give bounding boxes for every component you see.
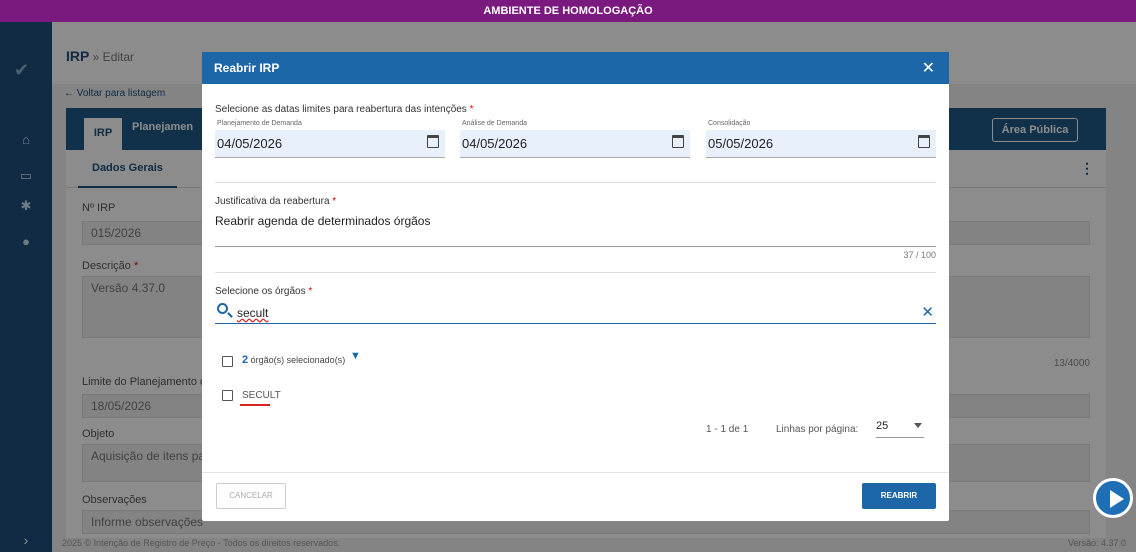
- selected-orgs-summary: 2 órgão(s) selecionado(s): [242, 354, 345, 366]
- chevron-down-icon[interactable]: ▼: [350, 350, 361, 362]
- analysis-date-label: Análise de Demanda: [462, 120, 527, 127]
- reopen-button[interactable]: REABRIR: [862, 483, 936, 509]
- orgs-section-label: Selecione os órgãos *: [215, 286, 313, 297]
- dropdown-caret-icon: [914, 423, 922, 428]
- footer-divider: [202, 472, 949, 473]
- calendar-icon[interactable]: [918, 135, 930, 148]
- org-search-input[interactable]: secult: [237, 306, 268, 320]
- org-search-field[interactable]: secult ✕: [215, 302, 936, 324]
- analysis-date-field[interactable]: Análise de Demanda 04/05/2026: [460, 120, 690, 158]
- planning-date-label: Planejamento de Demanda: [217, 120, 302, 127]
- rows-per-page-label: Linhas por página:: [776, 424, 859, 435]
- consolidation-date-value[interactable]: 05/05/2026: [708, 136, 773, 151]
- calendar-icon[interactable]: [672, 135, 684, 148]
- select-all-checkbox[interactable]: [222, 356, 233, 367]
- divider: [215, 272, 936, 273]
- dialog-title: Reabrir IRP: [214, 61, 280, 75]
- spellcheck-underline: [240, 404, 270, 406]
- justification-input[interactable]: Reabrir agenda de determinados órgãos: [215, 214, 430, 228]
- org-checkbox-secult[interactable]: [222, 390, 233, 401]
- pagination: 1 - 1 de 1 Linhas por página: 25: [706, 420, 936, 440]
- clear-search-icon[interactable]: ✕: [921, 303, 934, 321]
- consolidation-date-label: Consolidação: [708, 120, 751, 127]
- planning-date-value[interactable]: 04/05/2026: [217, 136, 282, 151]
- floating-play-button[interactable]: [1093, 478, 1133, 518]
- planning-date-field[interactable]: Planejamento de Demanda 04/05/2026: [215, 120, 445, 158]
- org-item-label: SECULT: [242, 390, 281, 401]
- pagination-range: 1 - 1 de 1: [706, 424, 749, 435]
- cancel-button[interactable]: CANCELAR: [216, 483, 286, 509]
- environment-banner: AMBIENTE DE HOMOLOGAÇÃO: [0, 0, 1136, 22]
- selected-orgs-text: órgão(s) selecionado(s): [250, 355, 346, 365]
- rows-per-page-select[interactable]: 25: [876, 420, 924, 438]
- reopen-irp-dialog: Reabrir IRP ✕ Selecione as datas limites…: [202, 52, 949, 521]
- calendar-icon[interactable]: [427, 135, 439, 148]
- dialog-header: Reabrir IRP ✕: [202, 52, 949, 84]
- rows-per-page-value: 25: [876, 420, 889, 432]
- analysis-date-value[interactable]: 04/05/2026: [462, 136, 527, 151]
- divider: [215, 182, 936, 183]
- justification-label: Justificativa da reabertura *: [215, 196, 337, 207]
- consolidation-date-field[interactable]: Consolidação 05/05/2026: [706, 120, 936, 158]
- justification-counter: 37 / 100: [903, 250, 936, 260]
- selected-orgs-count: 2: [242, 354, 249, 366]
- justification-underline: [215, 246, 936, 247]
- search-icon: [217, 303, 228, 314]
- dates-section-label: Selecione as datas limites para reabertu…: [215, 104, 474, 115]
- close-icon[interactable]: ✕: [922, 58, 935, 78]
